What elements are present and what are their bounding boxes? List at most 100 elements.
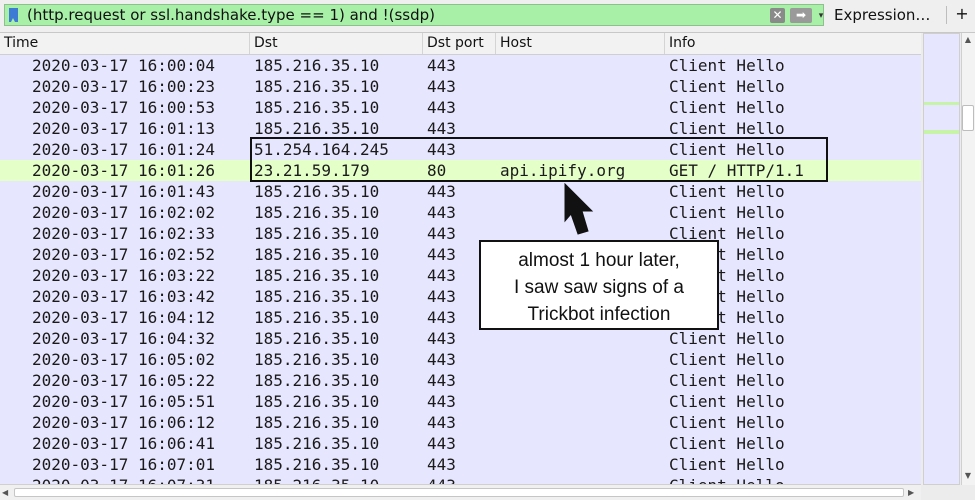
row-time: 2020-03-17 16:04:32 — [32, 329, 216, 348]
row-dst: 185.216.35.10 — [254, 392, 380, 411]
scroll-track[interactable] — [961, 33, 975, 485]
row-time: 2020-03-17 16:03:22 — [32, 266, 216, 285]
row-time: 2020-03-17 16:04:12 — [32, 308, 216, 327]
table-row[interactable]: 2020-03-17 16:05:22 185.216.35.10 443 Clien… — [0, 370, 921, 391]
row-dst: 185.216.35.10 — [254, 308, 380, 327]
table-row[interactable]: 2020-03-17 16:06:12 185.216.35.10 443 Clien… — [0, 412, 921, 433]
table-row[interactable]: 2020-03-17 16:03:22 185.216.35.10 443 Clien… — [0, 265, 921, 286]
row-dst-port: 443 — [427, 413, 456, 432]
display-filter-text[interactable]: (http.request or ssl.handshake.type == 1… — [27, 6, 435, 24]
scroll-thumb[interactable] — [962, 105, 974, 131]
highlight-box — [250, 137, 828, 182]
clear-icon[interactable]: ✕ — [770, 8, 785, 23]
row-dst-port: 443 — [427, 266, 456, 285]
add-filter-button[interactable]: + — [953, 2, 971, 26]
row-info: Client Hello — [669, 371, 785, 390]
column-header-time[interactable]: Time — [0, 33, 250, 54]
row-time: 2020-03-17 16:06:12 — [32, 413, 216, 432]
row-time: 2020-03-17 16:01:43 — [32, 182, 216, 201]
row-dst-port: 443 — [427, 371, 456, 390]
table-row[interactable]: 2020-03-17 16:02:52 185.216.35.10 443 Clien… — [0, 244, 921, 265]
table-row[interactable]: 2020-03-17 16:02:02 185.216.35.10 443 Clien… — [0, 202, 921, 223]
row-dst: 185.216.35.10 — [254, 98, 380, 117]
packet-minimap[interactable] — [923, 33, 960, 485]
row-info: Client Hello — [669, 119, 785, 138]
column-header-host[interactable]: Host — [496, 33, 665, 54]
packet-list-header: Time Dst Dst port Host Info — [0, 33, 921, 55]
table-row[interactable]: 2020-03-17 16:04:32 185.216.35.10 443 Clien… — [0, 328, 921, 349]
table-row[interactable]: 2020-03-17 16:01:13 185.216.35.10 443 Clien… — [0, 118, 921, 139]
row-time: 2020-03-17 16:01:26 — [32, 161, 216, 180]
row-dst: 185.216.35.10 — [254, 329, 380, 348]
row-dst: 185.216.35.10 — [254, 203, 380, 222]
horizontal-scrollbar[interactable]: ◀ ▶ — [0, 484, 921, 500]
scroll-left-icon[interactable]: ◀ — [2, 487, 12, 498]
row-info: Client Hello — [669, 77, 785, 96]
annotation-callout: almost 1 hour later, I saw saw signs of … — [479, 240, 719, 330]
scroll-up-icon[interactable]: ▲ — [962, 35, 974, 45]
row-time: 2020-03-17 16:03:42 — [32, 287, 216, 306]
row-dst: 185.216.35.10 — [254, 287, 380, 306]
table-row[interactable]: 2020-03-17 16:03:42 185.216.35.10 443 Clien… — [0, 286, 921, 307]
table-row[interactable]: 2020-03-17 16:04:12 185.216.35.10 443 Clien… — [0, 307, 921, 328]
annotation-line: I saw saw signs of a — [513, 277, 685, 298]
scroll-corner — [921, 485, 975, 500]
packet-list: 2020-03-17 16:00:04 185.216.35.10 443 Clien… — [0, 55, 921, 484]
row-dst-port: 443 — [427, 475, 456, 484]
display-filter-toolbar: (http.request or ssl.handshake.type == 1… — [0, 0, 975, 33]
row-dst-port: 443 — [427, 308, 456, 327]
horizontal-scroll-thumb[interactable] — [14, 488, 904, 497]
minimap-marker — [924, 130, 959, 134]
row-time: 2020-03-17 16:05:51 — [32, 392, 216, 411]
vertical-scrollbar[interactable]: ▲ ▼ — [921, 33, 975, 485]
row-dst-port: 443 — [427, 77, 456, 96]
bookmark-icon[interactable] — [9, 8, 18, 22]
row-info: Client Hello — [669, 413, 785, 432]
row-dst: 185.216.35.10 — [254, 182, 380, 201]
chevron-down-icon[interactable]: ▾ — [816, 9, 826, 23]
annotation-line: Trickbot infection — [527, 304, 671, 325]
row-info: Client Hello — [669, 434, 785, 453]
row-time: 2020-03-17 16:00:53 — [32, 98, 216, 117]
row-dst: 185.216.35.10 — [254, 371, 380, 390]
scroll-down-icon[interactable]: ▼ — [962, 471, 974, 481]
table-row[interactable]: 2020-03-17 16:00:23 185.216.35.10 443 Clien… — [0, 76, 921, 97]
row-dst: 185.216.35.10 — [254, 245, 380, 264]
toolbar-divider — [946, 6, 947, 24]
table-row[interactable]: 2020-03-17 16:07:01 185.216.35.10 443 Clien… — [0, 454, 921, 475]
arrow-right-icon[interactable]: ➡ — [790, 8, 812, 23]
row-dst-port: 443 — [427, 224, 456, 243]
row-dst-port: 443 — [427, 203, 456, 222]
row-info: Client Hello — [669, 392, 785, 411]
row-time: 2020-03-17 16:00:23 — [32, 77, 216, 96]
table-row[interactable]: 2020-03-17 16:00:04 185.216.35.10 443 Clien… — [0, 55, 921, 76]
row-dst: 185.216.35.10 — [254, 224, 380, 243]
row-time: 2020-03-17 16:06:41 — [32, 434, 216, 453]
row-info: Client Hello — [669, 475, 785, 484]
row-dst-port: 443 — [427, 245, 456, 264]
table-row[interactable]: 2020-03-17 16:01:43 185.216.35.10 443 Clien… — [0, 181, 921, 202]
row-time: 2020-03-17 16:00:04 — [32, 56, 216, 75]
table-row[interactable]: 2020-03-17 16:05:51 185.216.35.10 443 Clien… — [0, 391, 921, 412]
column-header-info[interactable]: Info — [665, 33, 921, 54]
row-info: Client Hello — [669, 350, 785, 369]
display-filter-input[interactable]: (http.request or ssl.handshake.type == 1… — [4, 4, 824, 26]
row-dst: 185.216.35.10 — [254, 56, 380, 75]
table-row[interactable]: 2020-03-17 16:05:02 185.216.35.10 443 Clien… — [0, 349, 921, 370]
arrow-up-icon — [564, 183, 594, 235]
row-dst-port: 443 — [427, 392, 456, 411]
scroll-right-icon[interactable]: ▶ — [908, 487, 918, 498]
column-header-dst-port[interactable]: Dst port — [423, 33, 496, 54]
annotation-line: almost 1 hour later, — [518, 250, 680, 271]
column-header-dst[interactable]: Dst — [250, 33, 423, 54]
minimap-marker — [924, 102, 959, 105]
table-row[interactable]: 2020-03-17 16:00:53 185.216.35.10 443 Clien… — [0, 97, 921, 118]
expression-button[interactable]: Expression… — [828, 4, 936, 26]
row-dst-port: 443 — [427, 98, 456, 117]
table-row[interactable]: 2020-03-17 16:06:41 185.216.35.10 443 Clien… — [0, 433, 921, 454]
table-row[interactable]: 2020-03-17 16:07:31 185.216.35.10 443 Clien… — [0, 475, 921, 484]
row-info: Client Hello — [669, 455, 785, 474]
row-dst: 185.216.35.10 — [254, 455, 380, 474]
row-time: 2020-03-17 16:07:31 — [32, 475, 215, 484]
table-row[interactable]: 2020-03-17 16:02:33 185.216.35.10 443 Clien… — [0, 223, 921, 244]
